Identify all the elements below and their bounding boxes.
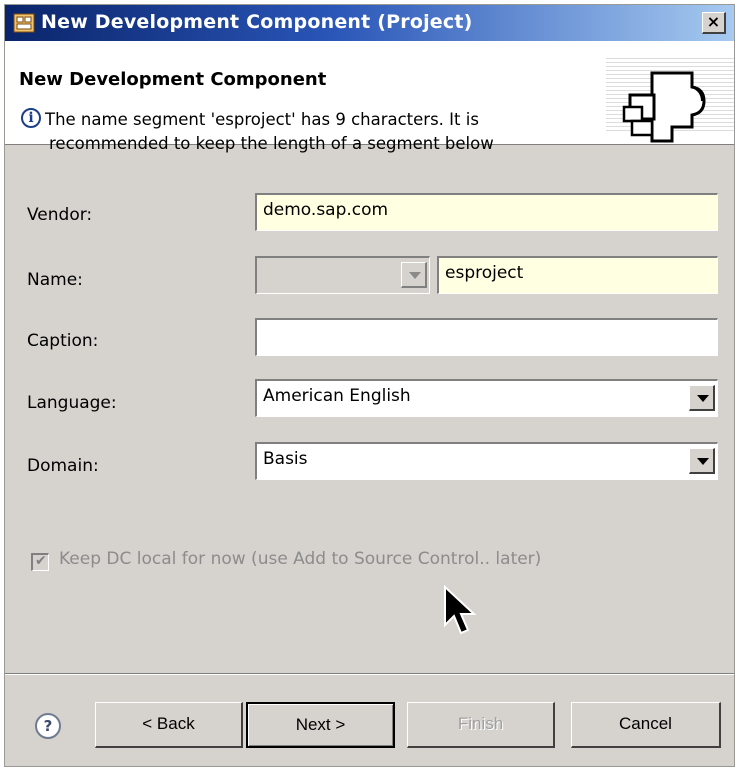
header-message: The name segment 'esproject' has 9 chara… bbox=[45, 108, 565, 156]
help-icon[interactable]: ? bbox=[35, 713, 61, 739]
header-message-line-2: recommended to keep the length of a segm… bbox=[49, 134, 494, 153]
domain-select[interactable]: Basis bbox=[255, 442, 718, 480]
language-dropdown-button[interactable] bbox=[689, 385, 715, 411]
page-title: New Development Component bbox=[19, 69, 327, 90]
finish-button: Finish bbox=[407, 702, 555, 748]
title-bar[interactable]: New Development Component (Project) × bbox=[5, 5, 734, 41]
keep-local-label: Keep DC local for now (use Add to Source… bbox=[59, 549, 542, 569]
caption-field[interactable] bbox=[255, 318, 718, 356]
language-select[interactable]: American English bbox=[255, 379, 718, 417]
vendor-field[interactable]: demo.sap.com bbox=[255, 193, 718, 231]
name-prefix-dropdown bbox=[401, 262, 427, 288]
chevron-down-icon bbox=[697, 458, 709, 465]
footer-separator bbox=[5, 673, 734, 675]
chevron-down-icon bbox=[409, 272, 421, 279]
mouse-pointer-icon bbox=[444, 585, 477, 635]
keep-local-checkbox: ✔ bbox=[31, 553, 49, 571]
name-prefix-combo bbox=[255, 256, 430, 294]
window-title: New Development Component (Project) bbox=[41, 11, 473, 33]
domain-label: Domain: bbox=[27, 456, 99, 476]
checkmark-icon: ✔ bbox=[35, 553, 47, 569]
caption-label: Caption: bbox=[27, 331, 99, 351]
domain-value: Basis bbox=[263, 449, 308, 469]
language-value: American English bbox=[263, 386, 411, 406]
cancel-button[interactable]: Cancel bbox=[571, 702, 721, 748]
wizard-header: New Development Component i The name seg… bbox=[5, 41, 734, 153]
name-label: Name: bbox=[27, 270, 83, 290]
next-button[interactable]: Next > bbox=[246, 702, 395, 748]
puzzle-component-icon bbox=[622, 71, 706, 143]
vendor-label: Vendor: bbox=[27, 205, 93, 225]
language-label: Language: bbox=[27, 393, 117, 413]
chevron-down-icon bbox=[697, 395, 709, 402]
new-dc-dialog: New Development Component (Project) × Ne… bbox=[4, 4, 735, 767]
name-field[interactable]: esproject bbox=[437, 256, 718, 294]
info-icon: i bbox=[21, 108, 41, 128]
header-message-line-1: The name segment 'esproject' has 9 chara… bbox=[45, 110, 479, 129]
close-button[interactable]: × bbox=[702, 12, 726, 34]
component-icon bbox=[13, 13, 35, 33]
back-button[interactable]: < Back bbox=[95, 702, 243, 748]
domain-dropdown-button[interactable] bbox=[689, 448, 715, 474]
